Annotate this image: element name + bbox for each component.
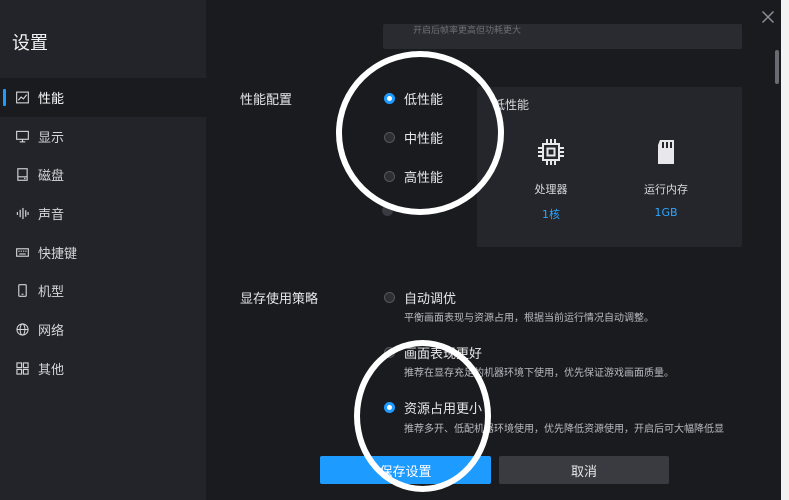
sidebar-item-disk[interactable]: 磁盘 (0, 155, 206, 194)
sidebar-item-network[interactable]: 网络 (0, 310, 206, 349)
page-title: 设置 (12, 33, 48, 54)
sidebar-item-label: 快捷键 (38, 246, 78, 262)
settings-window: 设置 性能 显示 磁盘 声音 快捷键 机型 网络 其他 开启后帧率更高但功耗更大… (0, 0, 781, 500)
grid-icon (16, 362, 29, 375)
save-button[interactable]: 保存设置 (320, 456, 491, 484)
scrollbar-thumb[interactable] (775, 50, 779, 84)
performance-config-label: 性能配置 (240, 93, 293, 108)
phone-icon (16, 284, 29, 298)
sidebar-item-sound[interactable]: 声音 (0, 194, 206, 233)
radio-selected-icon (384, 93, 395, 104)
cpu-label: 处理器 (534, 183, 568, 196)
performance-option-label: 中性能 (404, 132, 444, 147)
radio-unselected-icon (384, 132, 395, 143)
globe-icon (16, 323, 29, 336)
radio-unselected-icon (384, 292, 395, 303)
memory-option-auto[interactable]: 自动调优 (384, 288, 456, 307)
sidebar-item-display[interactable]: 显示 (0, 117, 206, 156)
performance-option-label: 高性能 (404, 171, 444, 186)
sidebar-item-label: 性能 (38, 91, 65, 107)
close-icon[interactable] (761, 10, 775, 24)
sidebar: 设置 性能 显示 磁盘 声音 快捷键 机型 网络 其他 (0, 0, 206, 500)
performance-panel-title: 低性能 (493, 98, 530, 112)
performance-option-medium[interactable]: 中性能 (384, 128, 443, 147)
disk-icon (16, 168, 29, 182)
sidebar-item-label: 显示 (38, 130, 65, 146)
sidebar-item-label: 网络 (38, 323, 65, 339)
memory-strategy-label: 显存使用策略 (240, 292, 319, 307)
memory-option-description: 平衡画面表现与资源占用，根据当前运行情况自动调整。 (404, 313, 654, 324)
sidebar-item-performance[interactable]: 性能 (0, 78, 206, 117)
ram-value: 1GB (654, 206, 678, 219)
ram-stat: 运行内存 1GB (621, 137, 711, 219)
cpu-value: 1核 (542, 208, 560, 221)
performance-spec-panel: 低性能 处理器 1核 运行内存 1GB (477, 87, 742, 247)
sidebar-item-label: 磁盘 (38, 169, 65, 185)
radio-unselected-icon (384, 171, 395, 182)
sidebar-item-device-model[interactable]: 机型 (0, 271, 206, 310)
memory-option-description: 推荐多开、低配机器环境使用，优先降低资源使用，开启后可大幅降低显 (404, 424, 724, 435)
sidebar-item-label: 机型 (38, 285, 65, 301)
ram-label: 运行内存 (644, 183, 688, 196)
memory-option-label: 资源占用更小 (404, 402, 483, 417)
chart-line-icon (16, 91, 29, 104)
previous-option-description: 开启后帧率更高但功耗更大 (383, 24, 742, 49)
performance-option-high[interactable]: 高性能 (384, 167, 443, 186)
memory-option-low-resource[interactable]: 资源占用更小 (384, 398, 482, 417)
memory-option-label: 画面表现更好 (404, 347, 483, 362)
cpu-chip-icon (538, 139, 564, 165)
memory-option-quality[interactable]: 画面表现更好 (384, 343, 482, 362)
sidebar-item-label: 声音 (38, 207, 65, 223)
memory-card-icon (658, 140, 674, 164)
memory-option-description: 推荐在显存充足的机器环境下使用，优先保证游戏画面质量。 (404, 368, 674, 379)
radio-unselected-icon[interactable] (382, 205, 393, 216)
performance-option-low[interactable]: 低性能 (384, 89, 443, 108)
memory-option-label: 自动调优 (404, 292, 457, 307)
sound-wave-icon (16, 207, 29, 220)
monitor-icon (16, 130, 29, 143)
sidebar-nav: 性能 显示 磁盘 声音 快捷键 机型 网络 其他 (0, 78, 206, 388)
cpu-stat: 处理器 1核 (506, 137, 596, 222)
sidebar-item-other[interactable]: 其他 (0, 349, 206, 388)
radio-selected-icon (384, 402, 395, 413)
performance-option-label: 低性能 (404, 93, 444, 108)
sidebar-item-label: 其他 (38, 362, 65, 378)
radio-unselected-icon (384, 347, 395, 358)
cancel-button[interactable]: 取消 (499, 456, 669, 484)
keyboard-icon (16, 246, 29, 259)
sidebar-item-shortcuts[interactable]: 快捷键 (0, 233, 206, 272)
